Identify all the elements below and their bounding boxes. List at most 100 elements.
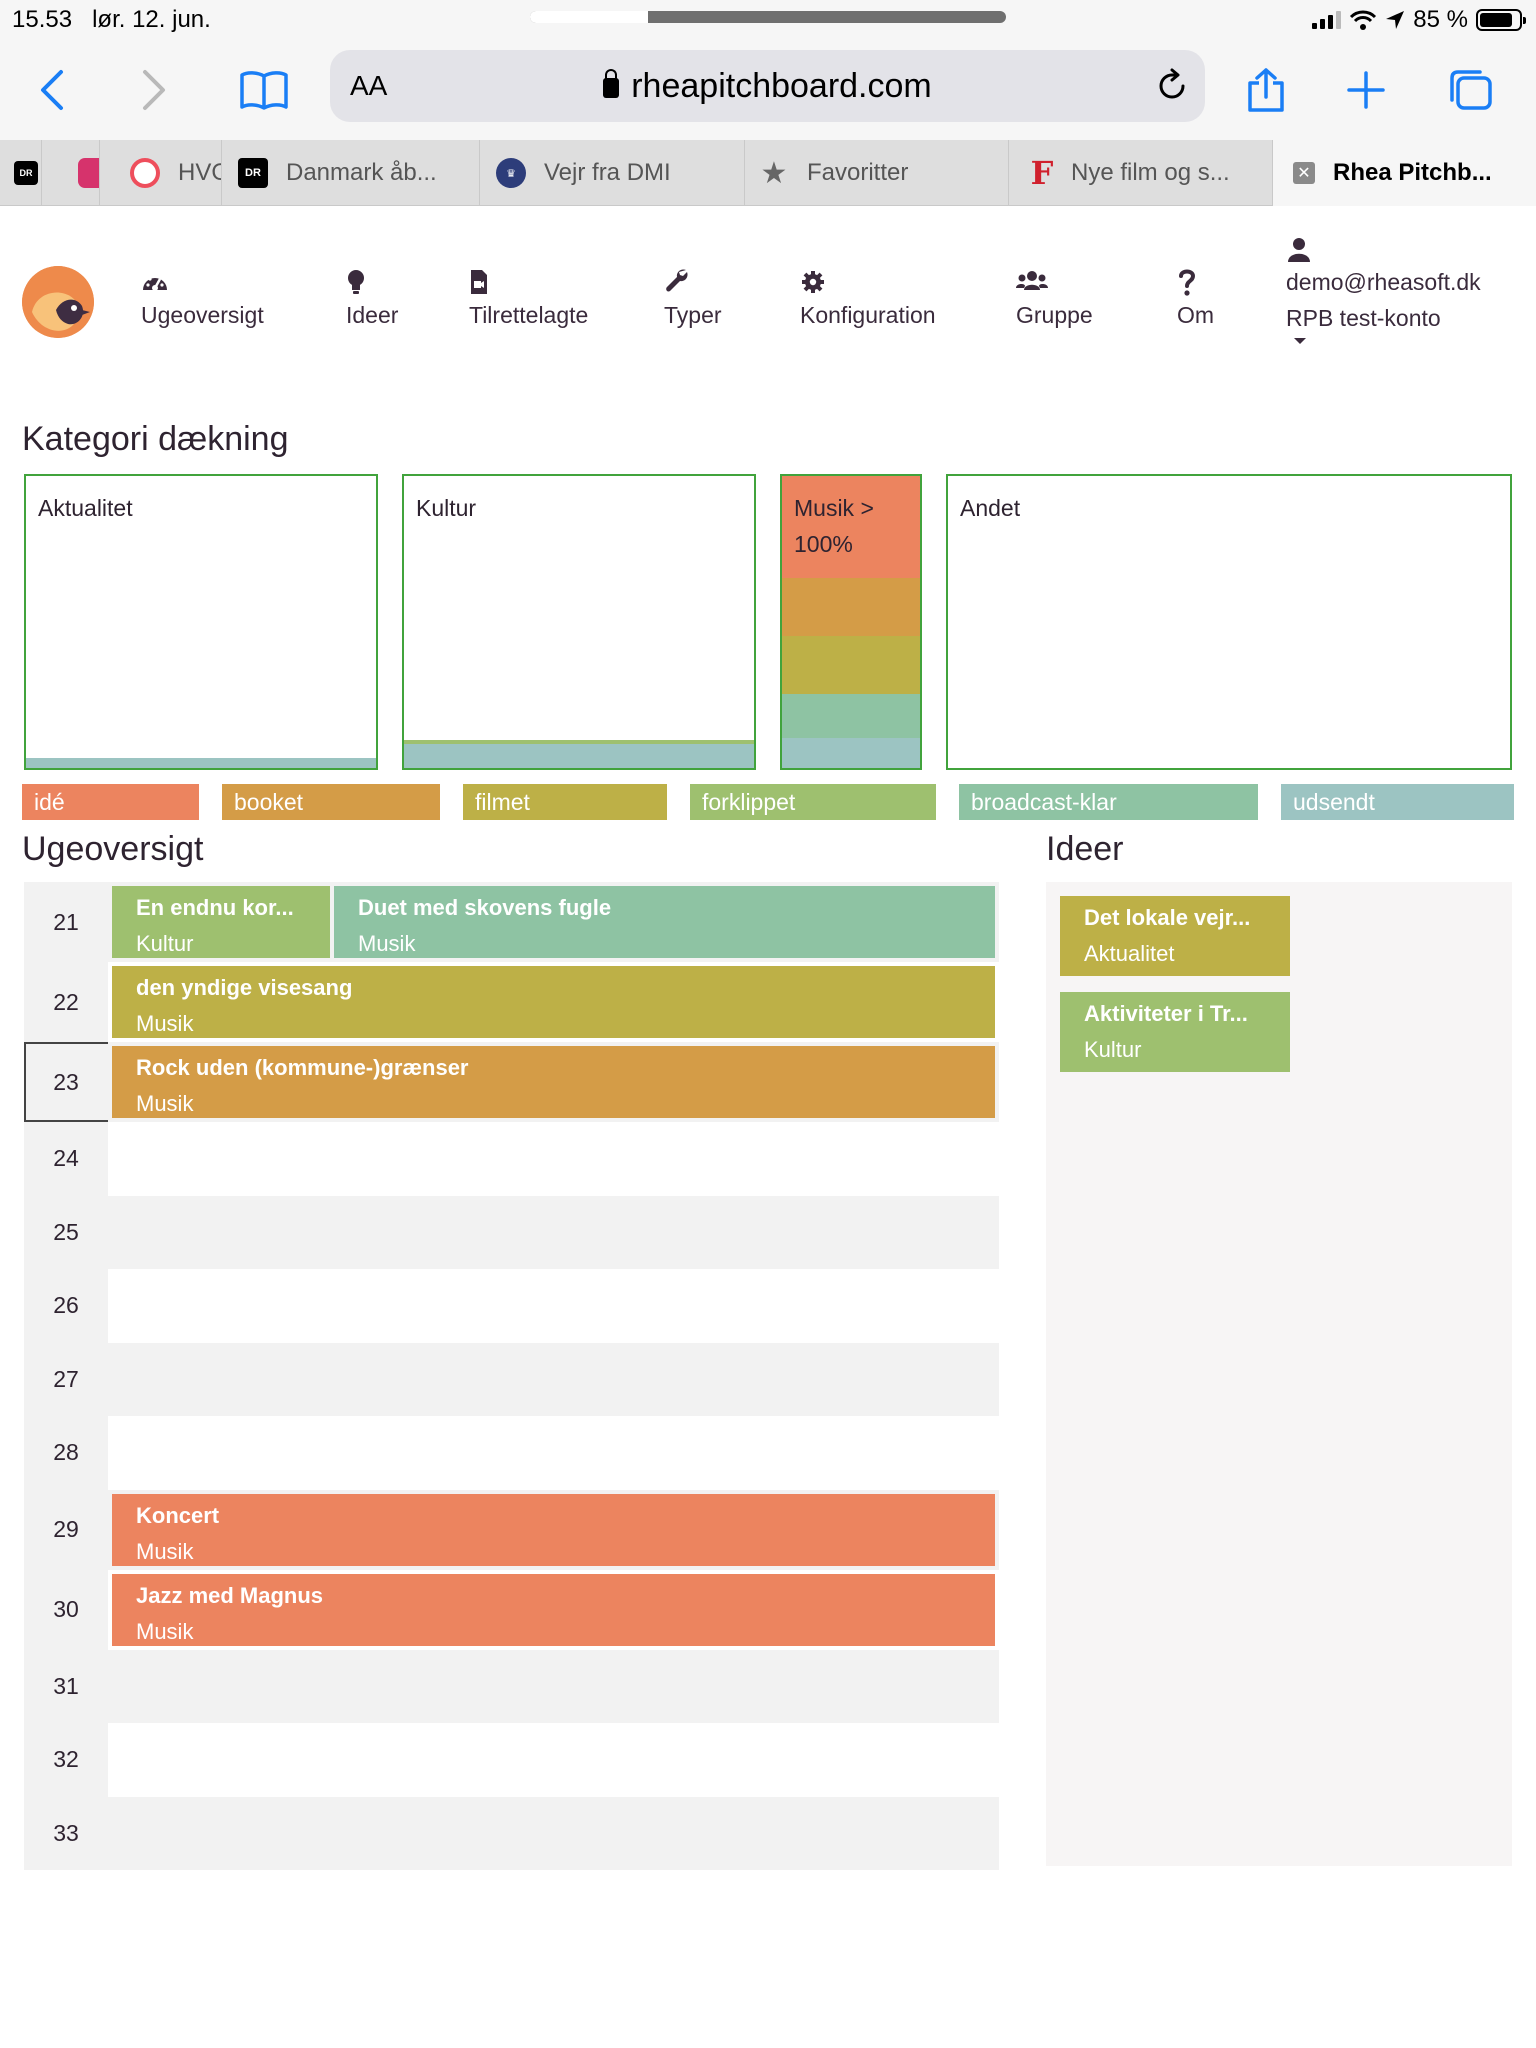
address-bar[interactable]: AA rheapitchboard.com (330, 50, 1205, 122)
week-cells[interactable]: Koncert Musik (108, 1489, 999, 1570)
week-row: 29 Koncert Musik (24, 1489, 999, 1570)
reload-button[interactable] (1155, 68, 1189, 109)
week-row: 30 Jazz med Magnus Musik (24, 1569, 999, 1650)
filmstriben-logo-icon: F (1030, 154, 1054, 192)
idea-card[interactable]: Det lokale vejr... Aktualitet (1060, 896, 1290, 976)
week-row: 23 Rock uden (kommune-)grænser Musik (24, 1042, 999, 1122)
week-number: 23 (24, 1042, 108, 1122)
week-row: 33 (24, 1796, 999, 1870)
legend-broadcast-klar: broadcast-klar (959, 784, 1258, 820)
bookmarks-button[interactable] (234, 60, 294, 120)
star-icon: ★ (760, 156, 788, 190)
pitch-card[interactable]: Koncert Musik (112, 1493, 995, 1566)
week-row: 21 En endnu kor... Kultur Duet med skovens … (24, 882, 999, 962)
tab-rhea[interactable]: ✕ Rhea Pitchb... (1273, 140, 1536, 206)
pitch-card[interactable]: En endnu kor... Kultur (112, 886, 330, 958)
back-button[interactable] (22, 60, 82, 120)
nav-om[interactable]: Om (1177, 266, 1214, 329)
week-cells[interactable]: Rock uden (kommune-)grænser Musik (108, 1042, 999, 1122)
week-title: Ugeoversigt (22, 830, 204, 868)
week-cells[interactable] (108, 1416, 999, 1490)
question-icon (1179, 269, 1196, 296)
week-number: 31 (24, 1649, 108, 1723)
week-number: 21 (24, 882, 108, 962)
plus-icon (1347, 71, 1385, 109)
nav-tilrettelagte[interactable]: Tilrettelagte (469, 266, 588, 329)
tab-overview-button[interactable] (1440, 60, 1500, 120)
pitch-title: Duet med skovens fugle (358, 895, 612, 920)
nav-konfiguration[interactable]: Konfiguration (800, 266, 936, 329)
close-icon[interactable]: ✕ (1293, 162, 1315, 184)
pitch-card[interactable]: den yndige visesang Musik (112, 966, 995, 1038)
dashboard-icon (143, 277, 167, 291)
week-cells[interactable]: En endnu kor... Kultur Duet med skovens fu… (108, 882, 999, 962)
week-row: 27 (24, 1342, 999, 1416)
tab-instagram[interactable] (42, 140, 100, 206)
tabs-icon (1450, 70, 1492, 110)
pitch-card[interactable]: Jazz med Magnus Musik (112, 1573, 995, 1646)
pitch-category: Musik (136, 1618, 194, 1644)
week-row: 25 (24, 1195, 999, 1269)
week-cells[interactable] (108, 1723, 999, 1797)
week-number: 28 (24, 1416, 108, 1490)
week-cells[interactable] (108, 1342, 999, 1416)
url-display[interactable]: rheapitchboard.com (330, 67, 1205, 106)
bird-logo-icon (22, 266, 94, 338)
multitasking-handle[interactable] (530, 11, 1006, 23)
tab-hvo[interactable]: HVO (100, 140, 222, 206)
reload-icon (1159, 68, 1185, 99)
pitch-card[interactable]: Duet med skovens fugle Musik (334, 886, 995, 958)
coverage-segment-udsendt (26, 758, 376, 768)
ideas-title: Ideer (1046, 830, 1124, 868)
user-menu[interactable]: demo@rheasoft.dk RPB test-konto (1286, 236, 1481, 346)
coverage-segment-booket (782, 578, 920, 636)
nav-gruppe[interactable]: Gruppe (1016, 266, 1093, 329)
forward-button[interactable] (124, 60, 184, 120)
nav-ideer[interactable]: Ideer (346, 266, 398, 329)
share-icon (1248, 68, 1284, 112)
tab-film[interactable]: F Nye film og s... (1009, 140, 1273, 206)
pitch-category: Musik (136, 1091, 194, 1116)
week-cells[interactable]: den yndige visesang Musik (108, 962, 999, 1042)
week-number: 32 (24, 1723, 108, 1797)
week-number: 29 (24, 1489, 108, 1570)
pitch-card[interactable]: Rock uden (kommune-)grænser Musik (112, 1046, 995, 1118)
browser-toolbar: AA rheapitchboard.com (0, 40, 1536, 140)
pitch-category: Musik (136, 1538, 194, 1564)
wifi-icon (1350, 10, 1377, 30)
idea-card[interactable]: Aktiviteter i Tr... Kultur (1060, 992, 1290, 1072)
category-musik[interactable]: Musik >100% (780, 474, 922, 770)
category-aktualitet[interactable]: Aktualitet (24, 474, 378, 770)
week-table: 21 En endnu kor... Kultur Duet med skovens … (24, 882, 999, 1870)
week-cells[interactable]: Jazz med Magnus Musik (108, 1569, 999, 1650)
week-cells[interactable] (108, 1796, 999, 1870)
week-cells[interactable] (108, 1649, 999, 1723)
week-cells[interactable] (108, 1195, 999, 1269)
status-bar: 15.53 lør. 12. jun. 85 % (0, 0, 1536, 40)
idea-category: Kultur (1084, 1037, 1142, 1062)
coverage-segment-udsendt (782, 738, 920, 768)
coverage-title: Kategori dækning (22, 420, 289, 458)
pitch-title: En endnu kor... (136, 895, 294, 920)
nav-ugeoversigt[interactable]: Ugeoversigt (141, 266, 264, 329)
category-andet[interactable]: Andet (946, 474, 1512, 770)
tab-dr[interactable]: DR (0, 140, 42, 206)
tab-danmark[interactable]: DR Danmark åb... (222, 140, 480, 206)
app-logo[interactable] (22, 266, 94, 338)
week-number: 33 (24, 1796, 108, 1870)
week-row: 24 (24, 1122, 999, 1196)
nav-typer[interactable]: Typer (664, 266, 722, 329)
share-button[interactable] (1236, 60, 1296, 120)
target-icon (130, 158, 160, 188)
category-kultur[interactable]: Kultur (402, 474, 756, 770)
chevron-right-icon (143, 70, 165, 110)
week-cells[interactable] (108, 1269, 999, 1343)
week-number: 30 (24, 1569, 108, 1650)
cellular-signal-icon (1312, 11, 1342, 29)
week-cells[interactable] (108, 1122, 999, 1196)
tab-favorites[interactable]: ★ Favoritter (745, 140, 1009, 206)
tab-dmi[interactable]: ♛ Vejr fra DMI (480, 140, 745, 206)
week-number: 22 (24, 962, 108, 1042)
tab-bar: DR HVO DR Danmark åb... ♛ Vejr fra DMI ★… (0, 140, 1536, 206)
new-tab-button[interactable] (1336, 60, 1396, 120)
